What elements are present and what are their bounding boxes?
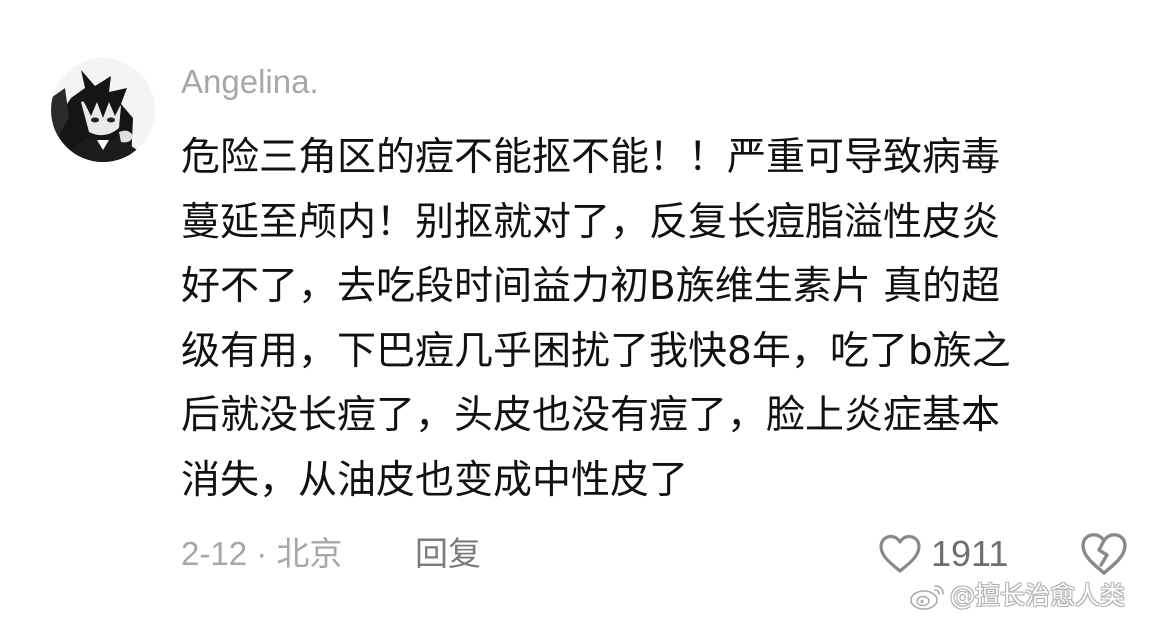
weibo-logo-icon	[910, 585, 944, 610]
comment-line: 级有用，下巴痘几乎困扰了我快8年，吃了b族之	[181, 328, 1011, 374]
username[interactable]: Angelina.	[181, 62, 319, 102]
watermark: @擅长治愈人类	[908, 576, 1125, 616]
comment-line: 后就没长痘了，头皮也没有痘了，脸上炎症基本	[181, 393, 1001, 439]
watermark-text: @擅长治愈人类	[950, 581, 1126, 610]
avatar[interactable]	[51, 58, 155, 162]
broken-heart-icon[interactable]	[1079, 531, 1129, 577]
heart-outline-icon[interactable]	[877, 533, 923, 575]
comment-line: 好不了，去吃段时间益力初B族维生素片 真的超	[181, 264, 1001, 310]
date-location: 2-12 · 北京	[181, 535, 343, 572]
comment-line: 蔓延至颅内！别抠就对了，反复长痘脂溢性皮炎	[181, 199, 1001, 245]
reply-button[interactable]: 回复	[415, 534, 481, 574]
comment-line: 消失，从油皮也变成中性皮了	[181, 457, 689, 503]
comment-text: 危险三角区的痘不能抠不能！！严重可导致病毒 蔓延至颅内！别抠就对了，反复长痘脂溢…	[181, 126, 1121, 514]
comment-line: 危险三角区的痘不能抠不能！！严重可导致病毒	[181, 135, 1001, 180]
anime-avatar-image	[51, 58, 155, 162]
like-count: 1911	[931, 533, 1009, 574]
